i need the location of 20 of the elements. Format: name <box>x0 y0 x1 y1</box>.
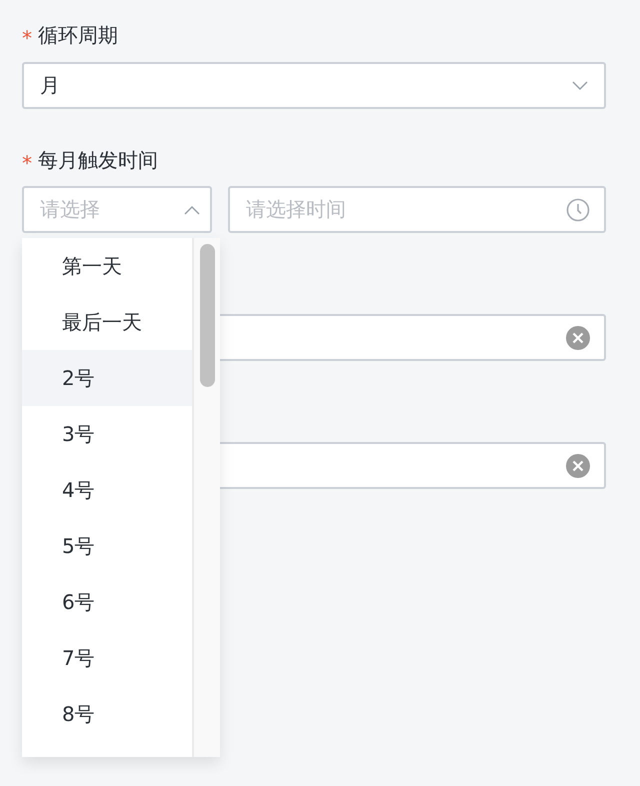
clock-icon <box>566 198 590 222</box>
required-asterisk: * <box>22 26 32 50</box>
chevron-up-icon <box>184 204 200 214</box>
dropdown-option[interactable]: 第一天 <box>22 238 192 294</box>
dropdown-option[interactable]: 4号 <box>22 462 192 518</box>
scrollbar-thumb[interactable] <box>200 244 215 387</box>
dropdown-option[interactable]: 3号 <box>22 406 192 462</box>
dropdown-option[interactable]: 最后一天 <box>22 294 192 350</box>
field-label: 每月触发时间 <box>38 146 158 174</box>
dropdown-option[interactable]: 5号 <box>22 518 192 574</box>
chevron-down-icon <box>572 80 588 90</box>
dropdown-option[interactable]: 8号 <box>22 686 192 742</box>
clear-icon[interactable] <box>566 454 590 478</box>
required-asterisk: * <box>22 151 32 175</box>
clear-icon[interactable] <box>566 326 590 350</box>
cycle-select[interactable]: 月 <box>22 62 606 109</box>
field-label: 循环周期 <box>38 22 118 48</box>
dropdown-option[interactable]: 7号 <box>22 630 192 686</box>
dropdown-option[interactable]: 2号 <box>22 350 192 406</box>
dropdown-option[interactable]: 6号 <box>22 574 192 630</box>
